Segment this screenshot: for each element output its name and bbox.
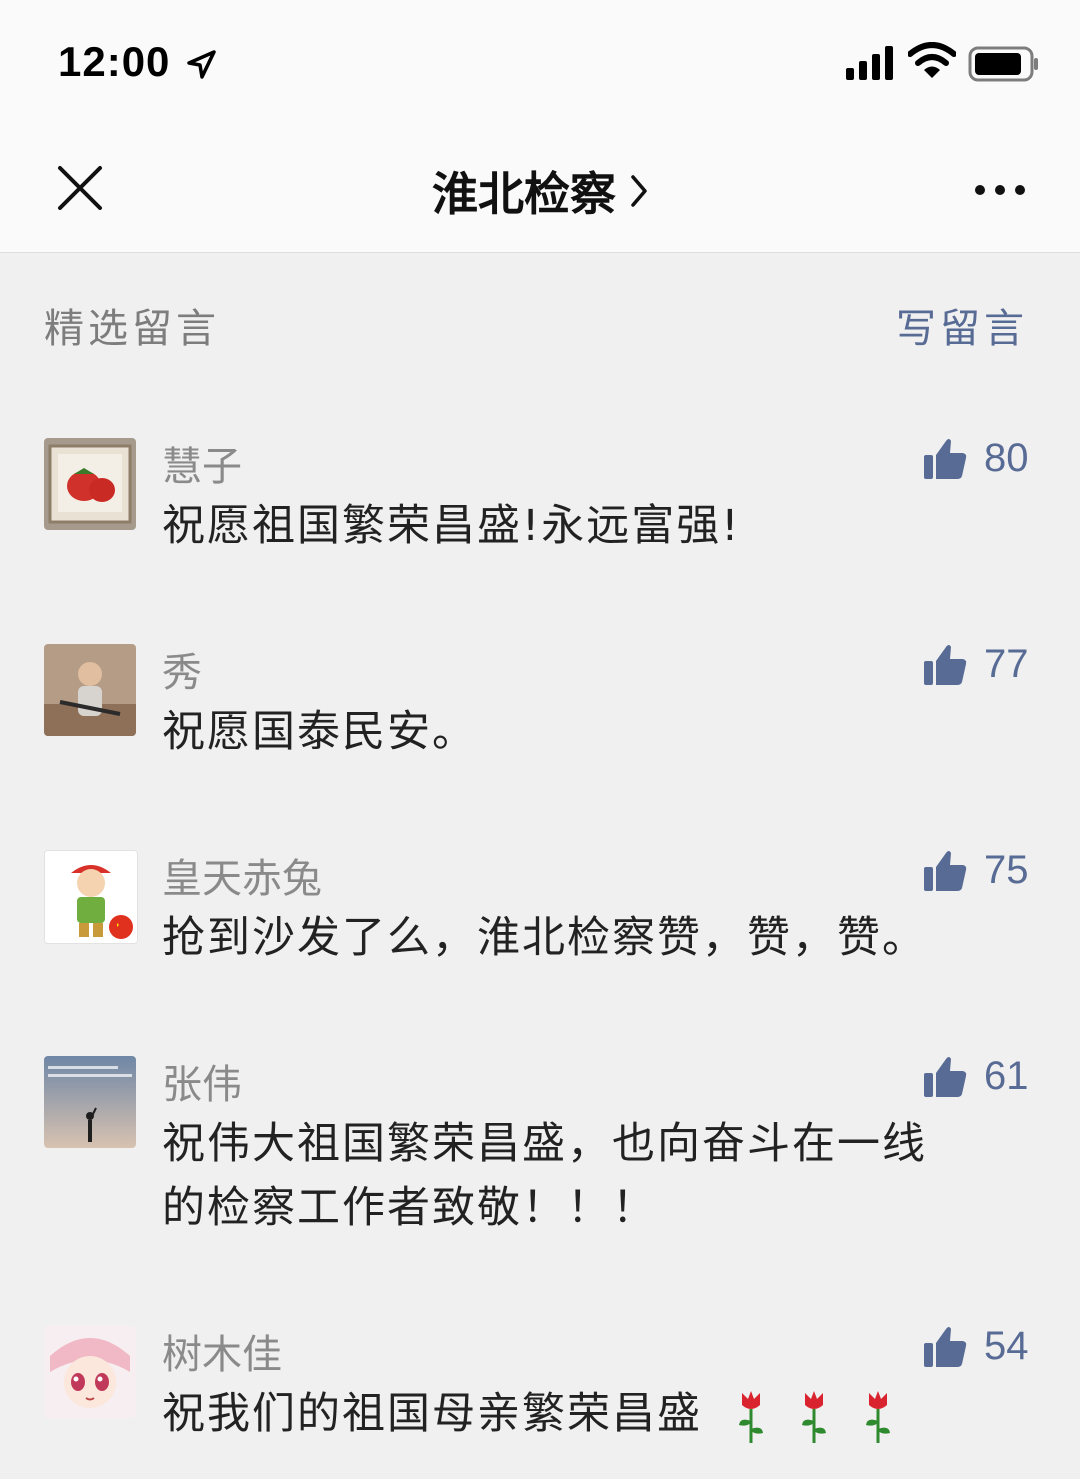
sky-silhouette-avatar-image [44,1056,136,1148]
thumbs-up-icon [924,1326,967,1367]
avatar[interactable] [44,644,136,736]
thumbs-up-icon [924,438,967,479]
like-count: 75 [984,848,1029,892]
battery-icon [968,46,1038,82]
like-button[interactable]: 54 [922,1324,1029,1369]
top-bar: 12:00 淮北检察 [0,0,1080,253]
section-title: 精选留言 [44,306,220,352]
like-button[interactable]: 77 [922,642,1029,687]
comment-text: 抢到沙发了么，淮北检察赞，赞，赞。 [162,913,927,963]
write-comment-link[interactable]: 写留言 [896,296,1028,354]
comment-text-line: 祝伟大祖国繁荣昌盛，也向奋斗在一线 [162,1119,927,1169]
commenter-name: 张伟 [162,1062,242,1108]
comment-text-line: 的检察工作者致敬！！！ [162,1183,657,1233]
account-title-link[interactable]: 淮北检察 [432,158,648,224]
title-bar: 淮北检察 [0,158,1080,224]
avatar[interactable] [44,1326,136,1418]
like-button[interactable]: 61 [922,1054,1029,1099]
comment-text-content: 祝我们的祖国母亲繁荣昌盛 [162,1389,702,1439]
commenter-name: 树木佳 [162,1332,282,1378]
more-options-button[interactable] [972,180,1028,200]
signal-icon [846,46,893,80]
like-count: 77 [984,642,1029,686]
location-arrow-icon [187,50,216,79]
wifi-icon [908,42,956,78]
like-count: 54 [984,1324,1029,1368]
like-button[interactable]: 75 [922,848,1029,893]
like-button[interactable]: 80 [922,436,1029,481]
child-photo-avatar-image [44,644,136,736]
like-count: 80 [984,436,1029,480]
like-count: 61 [984,1054,1029,1098]
avatar[interactable] [44,850,138,944]
rose-icon [866,1390,891,1443]
commenter-name: 皇天赤兔 [162,856,322,902]
commenter-name: 秀 [162,650,202,696]
rose-icon [802,1390,827,1443]
section-header: 精选留言 写留言 [44,296,1036,352]
comment-text: 祝愿国泰民安。 [162,707,477,757]
chevron-right-icon [631,175,647,207]
comment-text: 祝愿祖国繁荣昌盛!永远富强! [162,501,741,551]
page-title: 淮北检察 [432,167,616,221]
thumbs-up-icon [924,850,967,891]
commenter-name: 慧子 [162,444,242,490]
avatar[interactable] [44,438,136,530]
cartoon-kid-avatar-image [45,851,137,943]
thumbs-up-icon [924,644,967,685]
status-time: 12:00 [58,38,171,85]
anime-girl-avatar-image [44,1326,136,1418]
avatar[interactable] [44,1056,136,1148]
comment-text: 祝伟大祖国繁荣昌盛，也向奋斗在一线 的检察工作者致敬！！！ [162,1112,1022,1240]
comment-text: 祝我们的祖国母亲繁荣昌盛 [162,1382,1022,1446]
strawberry-avatar-image [44,438,136,530]
thumbs-up-icon [924,1056,967,1097]
rose-icon [738,1390,763,1443]
